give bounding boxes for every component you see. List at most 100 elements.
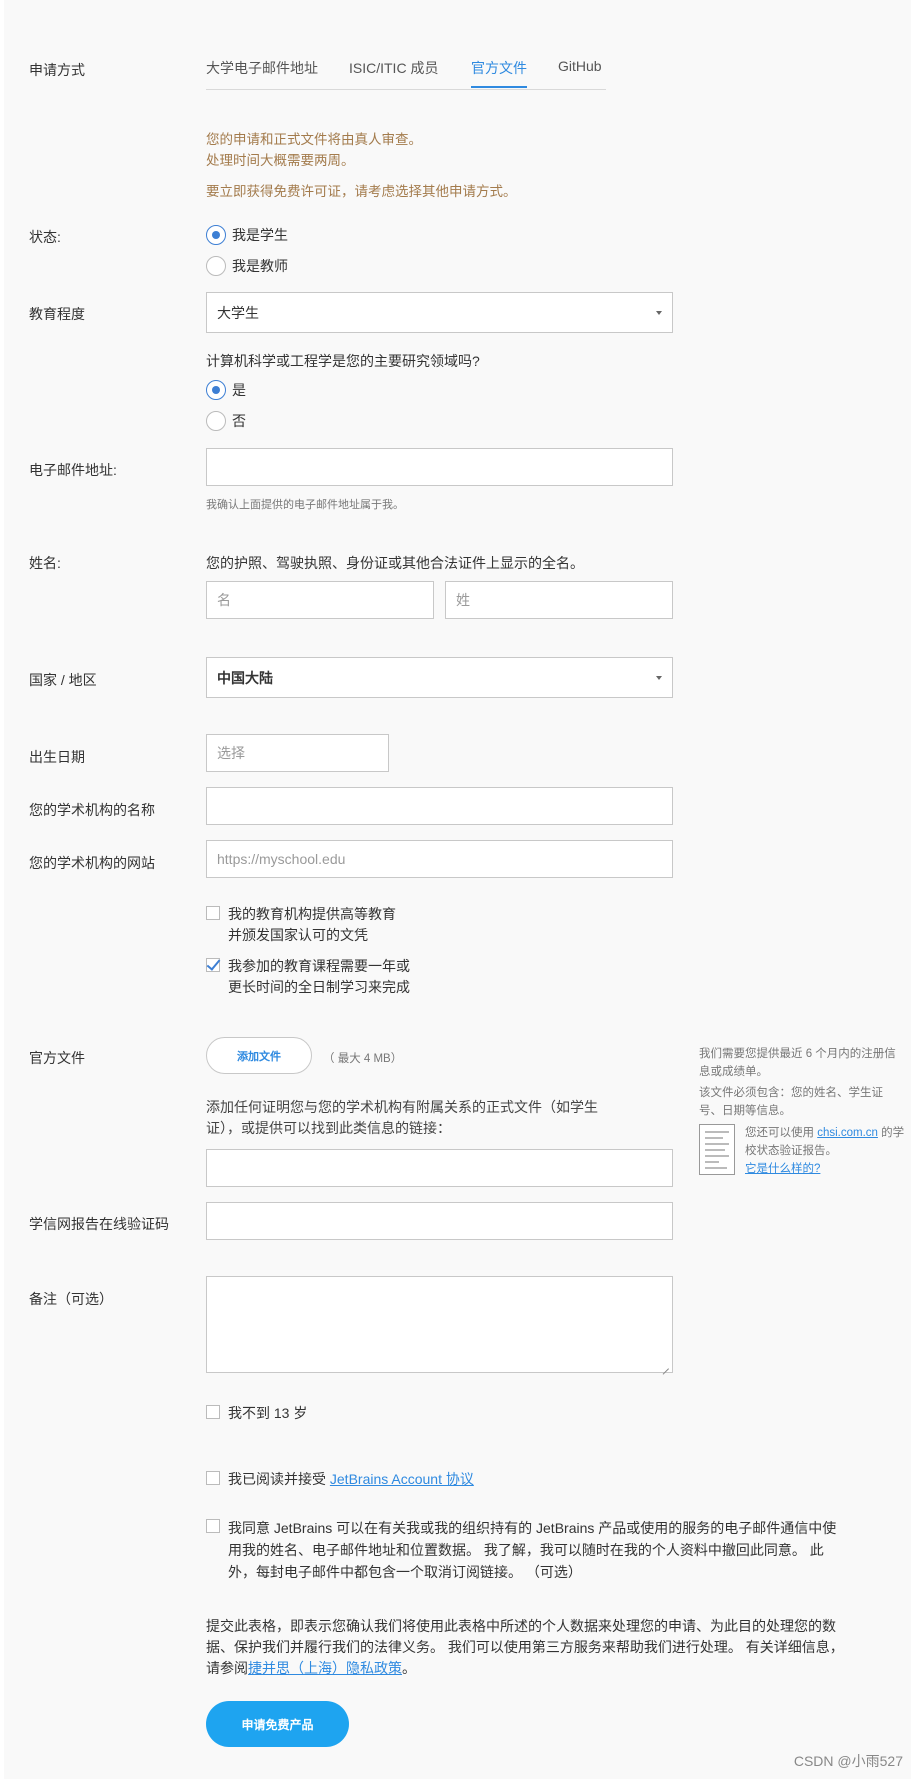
marketing-line1: 我同意 JetBrains 可以在有关我或我的组织持有的 JetBrains 产… bbox=[228, 1520, 837, 1536]
education-label: 教育程度 bbox=[29, 306, 85, 322]
watermark: CSDN @小雨527 bbox=[793, 1753, 903, 1769]
marketing-line2: 用我的姓名、电子邮件地址和位置数据。 我了解，我可以随时在我的个人资料中撤回此同… bbox=[228, 1542, 824, 1558]
birthdate-picker[interactable]: 选择 bbox=[206, 734, 389, 772]
official-doc-desc-line1: 添加任何证明您与您的学术机构有附属关系的正式文件（如学生 bbox=[206, 1099, 598, 1115]
checkbox-empty-icon bbox=[206, 1519, 220, 1533]
chsi-prefix: 您还可以使用 bbox=[745, 1127, 818, 1139]
submit-button[interactable]: 申请免费产品 bbox=[206, 1701, 349, 1747]
radio-selected-icon bbox=[206, 225, 226, 245]
birthdate-label: 出生日期 bbox=[29, 749, 85, 765]
institution-site-placeholder: https://myschool.edu bbox=[217, 851, 346, 867]
document-sample-icon bbox=[699, 1124, 735, 1175]
first-name-placeholder: 名 bbox=[217, 592, 231, 608]
radio-student[interactable]: 我是学生 bbox=[206, 224, 288, 246]
method-label: 申请方式 bbox=[29, 62, 85, 78]
email-hint: 我确认上面提供的电子邮件地址属于我。 bbox=[206, 499, 404, 511]
tab-university-email[interactable]: 大学电子邮件地址 bbox=[206, 58, 318, 86]
under-13-label: 我不到 13 岁 bbox=[228, 1405, 308, 1421]
document-link-field[interactable] bbox=[206, 1149, 673, 1187]
first-name-field[interactable]: 名 bbox=[206, 581, 434, 619]
birthdate-placeholder: 选择 bbox=[217, 745, 245, 761]
chsi-code-field[interactable] bbox=[206, 1202, 673, 1240]
checkbox-empty-icon bbox=[206, 1405, 220, 1419]
checkbox-empty-icon bbox=[206, 1471, 220, 1485]
max-size-note: （ 最大 4 MB） bbox=[323, 1053, 403, 1065]
institution-site-label: 您的学术机构的网站 bbox=[29, 855, 155, 871]
chsi-note: 您还可以使用 chsi.com.cn 的学 校状态验证报告。 它是什么样的? bbox=[745, 1124, 915, 1178]
country-label: 国家 / 地区 bbox=[29, 672, 97, 688]
tab-isic-itic[interactable]: ISIC/ITIC 成员 bbox=[349, 58, 438, 86]
privacy-line1: 提交此表格，即表示您确认我们将使用此表格中所述的个人数据来处理您的申请、为此目的… bbox=[206, 1618, 836, 1634]
requirements-line2: 息或成绩单。 bbox=[699, 1066, 768, 1078]
tab-github[interactable]: GitHub bbox=[558, 58, 602, 82]
tab-official-document[interactable]: 官方文件 bbox=[471, 58, 527, 88]
radio-cs-no[interactable]: 否 bbox=[206, 410, 246, 432]
official-doc-description: 添加任何证明您与您的学术机构有附属关系的正式文件（如学生 证），或提供可以找到此… bbox=[206, 1097, 598, 1139]
country-select[interactable]: 中国大陆 bbox=[206, 657, 673, 698]
radio-teacher[interactable]: 我是教师 bbox=[206, 255, 288, 277]
privacy-line3-suffix: 。 bbox=[402, 1660, 416, 1676]
education-select[interactable]: 大学生 bbox=[206, 292, 673, 333]
privacy-notice: 提交此表格，即表示您确认我们将使用此表格中所述的个人数据来处理您的申请、为此目的… bbox=[206, 1616, 844, 1679]
radio-teacher-label: 我是教师 bbox=[232, 258, 288, 274]
chsi-code-label: 学信网报告在线验证码 bbox=[29, 1216, 169, 1232]
radio-cs-yes[interactable]: 是 bbox=[206, 379, 246, 401]
contents-note: 该文件必须包含：您的姓名、学生证 号、日期等信息。 bbox=[699, 1084, 909, 1120]
contents-line1: 该文件必须包含：您的姓名、学生证 bbox=[699, 1087, 883, 1099]
full-time-checkbox[interactable]: 我参加的教育课程需要一年或 更长时间的全日制学习来完成 bbox=[206, 956, 410, 998]
higher-ed-line2: 并颁发国家认可的文凭 bbox=[228, 927, 368, 943]
checkbox-empty-icon bbox=[206, 906, 220, 920]
cs-question: 计算机科学或工程学是您的主要研究领域吗? bbox=[206, 353, 480, 369]
radio-cs-no-label: 否 bbox=[232, 413, 246, 429]
chevron-down-icon bbox=[656, 675, 662, 680]
chsi-link[interactable]: chsi.com.cn bbox=[817, 1127, 878, 1139]
radio-empty-icon bbox=[206, 256, 226, 276]
radio-student-label: 我是学生 bbox=[232, 227, 288, 243]
contents-line2: 号、日期等信息。 bbox=[699, 1105, 791, 1117]
radio-empty-icon bbox=[206, 411, 226, 431]
official-doc-label: 官方文件 bbox=[29, 1050, 85, 1066]
checkbox-checked-icon bbox=[206, 958, 220, 972]
review-note: 您的申请和正式文件将由真人审查。 bbox=[206, 132, 422, 147]
status-label: 状态: bbox=[29, 229, 61, 245]
institution-name-label: 您的学术机构的名称 bbox=[29, 802, 155, 818]
higher-ed-checkbox[interactable]: 我的教育机构提供高等教育 并颁发国家认可的文凭 bbox=[206, 904, 396, 946]
agreement-checkbox[interactable]: 我已阅读并接受 JetBrains Account 协议 bbox=[206, 1469, 474, 1490]
remarks-textarea[interactable] bbox=[206, 1276, 673, 1373]
requirements-note: 我们需要您提供最近 6 个月内的注册信 息或成绩单。 bbox=[699, 1045, 909, 1081]
requirements-line1: 我们需要您提供最近 6 个月内的注册信 bbox=[699, 1048, 896, 1060]
radio-selected-icon bbox=[206, 380, 226, 400]
method-tabs: 大学电子邮件地址 ISIC/ITIC 成员 官方文件 GitHub bbox=[206, 58, 606, 90]
chevron-down-icon bbox=[656, 310, 662, 315]
last-name-placeholder: 姓 bbox=[456, 592, 470, 608]
marketing-line3: 外，每封电子邮件中都包含一个取消订阅链接。 （可选） bbox=[228, 1564, 582, 1580]
full-time-line1: 我参加的教育课程需要一年或 bbox=[228, 958, 410, 974]
education-value: 大学生 bbox=[217, 304, 259, 321]
full-time-line2: 更长时间的全日制学习来完成 bbox=[228, 979, 410, 995]
remarks-label: 备注（可选） bbox=[29, 1291, 113, 1307]
institution-site-field[interactable]: https://myschool.edu bbox=[206, 840, 673, 878]
privacy-line2: 据、保护我们并履行我们的法律义务。 我们可以使用第三方服务来帮助我们进行处理。 … bbox=[206, 1639, 844, 1655]
name-description: 您的护照、驾驶执照、身份证或其他合法证件上显示的全名。 bbox=[206, 555, 584, 571]
email-label: 电子邮件地址: bbox=[29, 462, 117, 478]
alternative-method-note: 要立即获得免费许可证，请考虑选择其他申请方式。 bbox=[206, 184, 517, 199]
add-file-button[interactable]: 添加文件 bbox=[206, 1037, 312, 1074]
email-field[interactable] bbox=[206, 448, 673, 486]
processing-time-note: 处理时间大概需要两周。 bbox=[206, 153, 355, 168]
resize-handle-icon[interactable] bbox=[661, 1361, 669, 1369]
name-label: 姓名: bbox=[29, 555, 61, 571]
form-panel bbox=[4, 0, 911, 1779]
what-is-it-link[interactable]: 它是什么样的? bbox=[745, 1160, 915, 1178]
radio-cs-yes-label: 是 bbox=[232, 382, 246, 398]
marketing-consent-checkbox[interactable]: 我同意 JetBrains 可以在有关我或我的组织持有的 JetBrains 产… bbox=[206, 1517, 836, 1583]
chsi-suffix: 的学 bbox=[877, 1127, 905, 1139]
chsi-line2: 校状态验证报告。 bbox=[745, 1145, 837, 1157]
last-name-field[interactable]: 姓 bbox=[445, 581, 673, 619]
country-value: 中国大陆 bbox=[217, 669, 273, 686]
institution-name-field[interactable] bbox=[206, 787, 673, 825]
privacy-policy-link[interactable]: 捷并思（上海）隐私政策 bbox=[248, 1660, 402, 1676]
agreement-link[interactable]: JetBrains Account 协议 bbox=[330, 1471, 474, 1487]
under-13-checkbox[interactable]: 我不到 13 岁 bbox=[206, 1403, 307, 1424]
privacy-line3-prefix: 请参阅 bbox=[206, 1660, 248, 1676]
higher-ed-line1: 我的教育机构提供高等教育 bbox=[228, 906, 396, 922]
